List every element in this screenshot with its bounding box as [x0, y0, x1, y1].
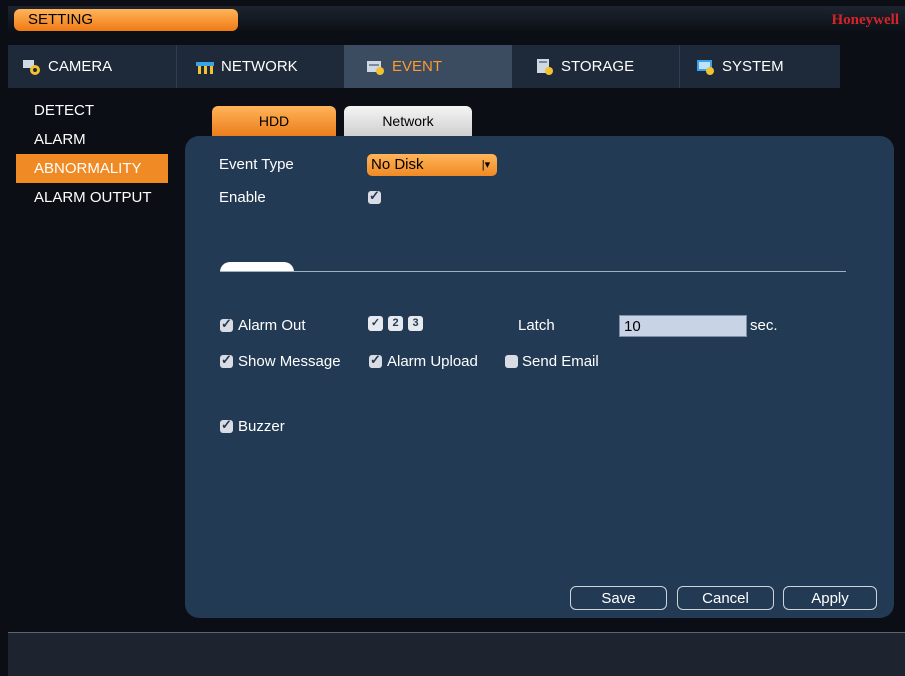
status-bar — [8, 632, 905, 676]
camera-gear-icon — [22, 58, 42, 76]
send-email-checkbox[interactable] — [505, 355, 518, 368]
nav-item-abnormality[interactable]: ABNORMALITY — [16, 154, 168, 183]
setting-title-button[interactable]: SETTING — [14, 9, 238, 31]
tab-storage[interactable]: STORAGE — [513, 45, 679, 88]
channel-1-checkbox[interactable]: ✓ — [368, 316, 383, 331]
tab-system[interactable]: SYSTEM — [680, 45, 840, 88]
event-type-label: Event Type — [219, 156, 294, 173]
storage-icon — [535, 58, 555, 76]
alarm-out-checkbox[interactable] — [220, 316, 233, 332]
tab-label: CAMERA — [48, 58, 113, 75]
title-bar: SETTING Honeywell — [8, 6, 905, 33]
tab-label: SYSTEM — [722, 58, 784, 75]
show-message-checkbox[interactable] — [220, 352, 233, 368]
nav-item-alarm-output[interactable]: ALARM OUTPUT — [16, 183, 168, 212]
section-divider — [220, 271, 846, 272]
event-icon — [366, 58, 386, 76]
show-message-label: Show Message — [238, 353, 341, 370]
settings-window: SETTING Honeywell CAMERA NETWORK EVENT S… — [0, 0, 905, 676]
settings-panel — [185, 136, 894, 618]
apply-button[interactable]: Apply — [783, 586, 877, 610]
event-type-select[interactable]: No Disk |▾ — [367, 154, 497, 176]
send-email-label: Send Email — [522, 353, 599, 370]
brand-logo: Honeywell — [831, 12, 900, 28]
main-tabs: CAMERA NETWORK EVENT STORAGE SYSTEM — [8, 45, 840, 88]
tab-label: STORAGE — [561, 58, 635, 75]
enable-checkbox[interactable] — [368, 188, 381, 204]
network-icon — [195, 58, 215, 76]
latch-input[interactable]: 10 — [619, 315, 747, 337]
subtab-network[interactable]: Network — [344, 106, 472, 136]
channel-2-checkbox[interactable]: 2 — [388, 316, 403, 331]
buzzer-checkbox[interactable] — [220, 417, 233, 433]
alarm-upload-label: Alarm Upload — [387, 353, 478, 370]
chevron-down-icon: |▾ — [481, 159, 491, 171]
nav-item-detect[interactable]: DETECT — [16, 96, 168, 125]
nav-item-alarm[interactable]: ALARM — [16, 125, 168, 154]
channel-3-checkbox[interactable]: 3 — [408, 316, 423, 331]
tab-network[interactable]: NETWORK — [177, 45, 343, 88]
latch-label: Latch — [518, 317, 555, 334]
event-type-value: No Disk — [371, 156, 424, 173]
alarm-out-label: Alarm Out — [238, 317, 306, 334]
system-icon — [696, 58, 716, 76]
left-nav: DETECT ALARM ABNORMALITY ALARM OUTPUT — [16, 96, 168, 212]
tab-event[interactable]: EVENT — [344, 45, 512, 88]
enable-label: Enable — [219, 189, 266, 206]
alarm-upload-checkbox[interactable] — [369, 352, 382, 368]
save-button[interactable]: Save — [570, 586, 667, 610]
buzzer-label: Buzzer — [238, 418, 285, 435]
cancel-button[interactable]: Cancel — [677, 586, 774, 610]
tab-camera[interactable]: CAMERA — [8, 45, 176, 88]
tab-label: EVENT — [392, 58, 443, 75]
subtab-hdd[interactable]: HDD — [212, 106, 336, 136]
latch-unit: sec. — [750, 317, 778, 334]
tab-label: NETWORK — [221, 58, 298, 75]
